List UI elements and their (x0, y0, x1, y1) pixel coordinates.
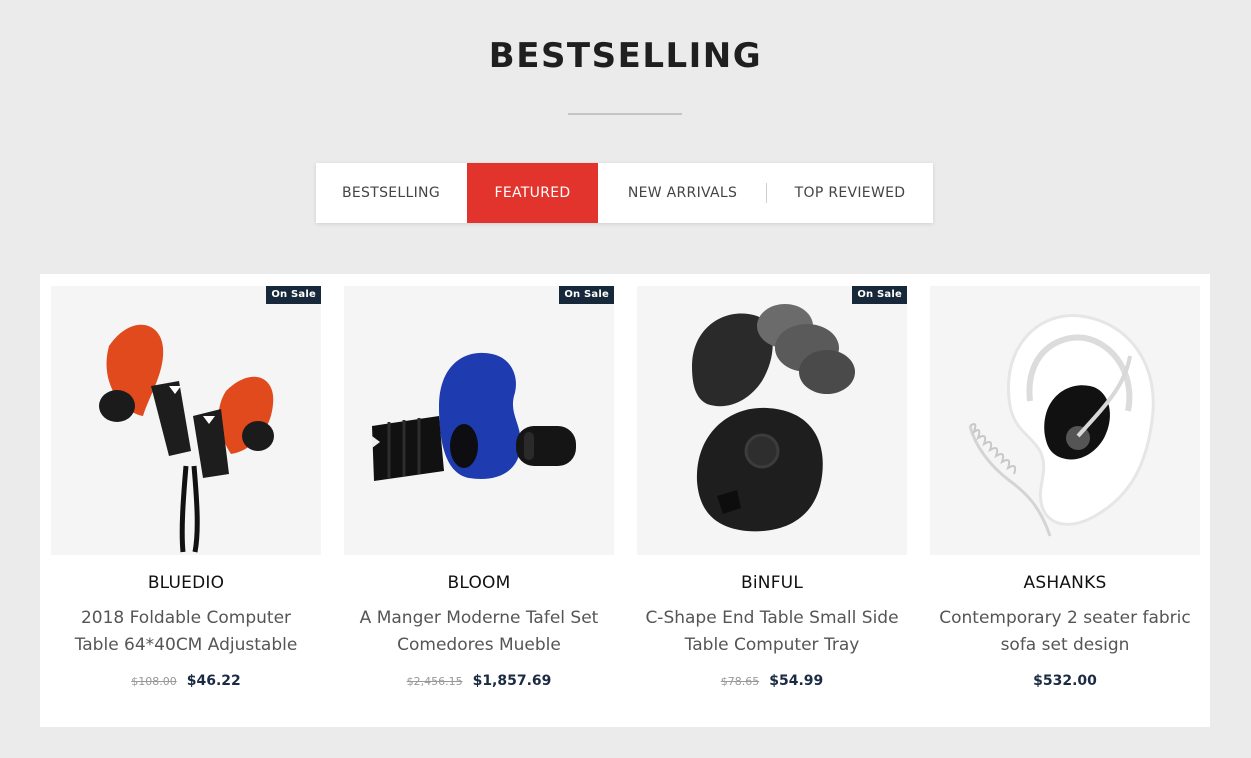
product-name[interactable]: C-Shape End Table Small Side Table Compu… (637, 605, 907, 659)
section-title: BESTSELLING (488, 36, 763, 76)
product-card[interactable]: ASHANKS Contemporary 2 seater fabric sof… (930, 286, 1200, 689)
product-image[interactable]: On Sale (51, 286, 321, 555)
on-sale-badge: On Sale (266, 286, 321, 304)
product-brand[interactable]: ASHANKS (930, 573, 1200, 593)
sale-price: $54.99 (769, 673, 824, 689)
price-row: $78.65 $54.99 (637, 673, 907, 689)
old-price: $2,456.15 (406, 675, 463, 688)
product-image[interactable]: On Sale (344, 286, 614, 555)
product-grid: On Sale BLUEDIO 2018 Foldable Computer T… (40, 274, 1210, 727)
product-image[interactable]: On Sale (637, 286, 907, 555)
on-sale-badge: On Sale (852, 286, 907, 304)
product-card[interactable]: On Sale BLUEDIO 2018 Foldable Computer T… (51, 286, 321, 689)
old-price: $78.65 (720, 675, 760, 688)
product-name[interactable]: 2018 Foldable Computer Table 64*40CM Adj… (51, 605, 321, 659)
title-divider (568, 113, 682, 115)
on-sale-badge: On Sale (559, 286, 614, 304)
price-row: $2,456.15 $1,857.69 (344, 673, 614, 689)
product-card[interactable]: On Sale BiNFUL C-Shape End Table Small S… (637, 286, 907, 689)
product-name[interactable]: Contemporary 2 seater fabric sofa set de… (930, 605, 1200, 659)
black-earplugs-icon (692, 304, 855, 532)
ear-monitor-icon (968, 314, 1155, 537)
tab-top-reviewed[interactable]: TOP REVIEWED (767, 163, 933, 223)
product-image[interactable] (930, 286, 1200, 555)
price-row: $532.00 (930, 673, 1200, 689)
price: $532.00 (1033, 673, 1097, 689)
product-tabs: BESTSELLING FEATURED NEW ARRIVALS TOP RE… (316, 163, 933, 223)
price-row: $108.00 $46.22 (51, 673, 321, 689)
tab-new-arrivals[interactable]: NEW ARRIVALS (599, 163, 766, 223)
blue-earplug-icon (372, 352, 576, 481)
old-price: $108.00 (131, 675, 177, 688)
tab-bestselling[interactable]: BESTSELLING (316, 163, 466, 223)
product-card[interactable]: On Sale BLOOM A Manger Moderne Tafel Set… (344, 286, 614, 689)
product-brand[interactable]: BLOOM (344, 573, 614, 593)
orange-earbuds-icon (99, 324, 274, 553)
product-brand[interactable]: BiNFUL (637, 573, 907, 593)
product-brand[interactable]: BLUEDIO (51, 573, 321, 593)
product-name[interactable]: A Manger Moderne Tafel Set Comedores Mue… (344, 605, 614, 659)
sale-price: $46.22 (186, 673, 241, 689)
sale-price: $1,857.69 (472, 673, 552, 689)
tab-featured[interactable]: FEATURED (467, 163, 598, 223)
